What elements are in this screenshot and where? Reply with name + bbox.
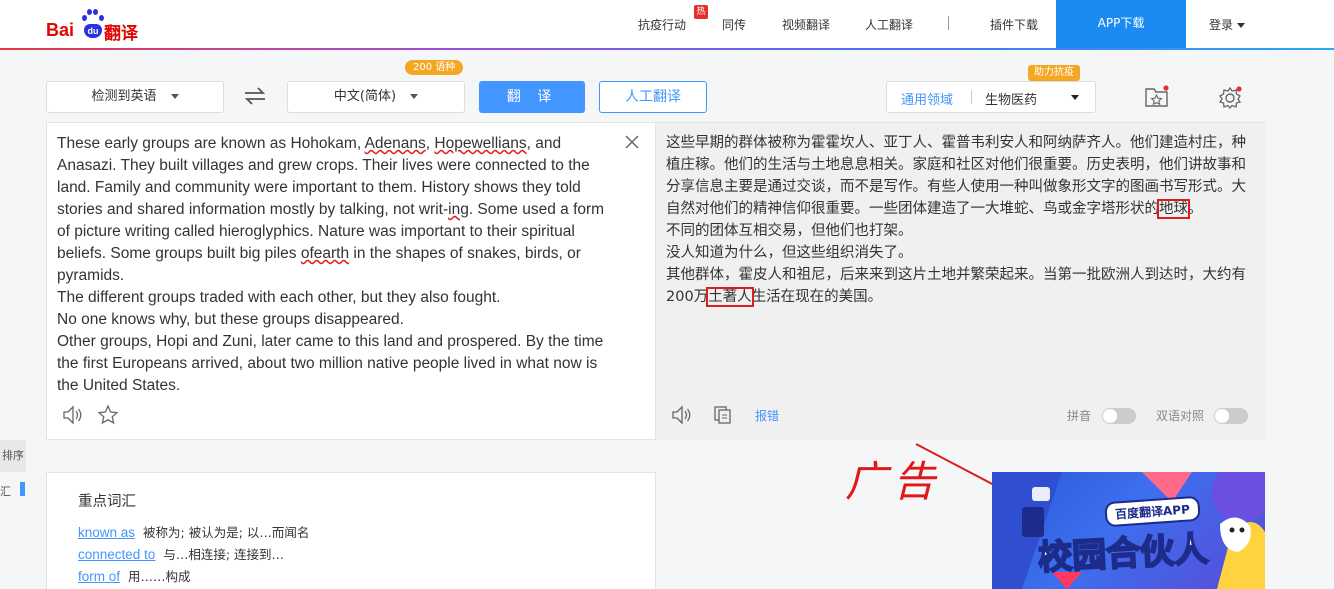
nav-gradient-line: [0, 48, 1334, 50]
advertisement-banner[interactable]: 百度翻译APP 校园合伙人: [992, 472, 1265, 589]
favorites-folder-icon[interactable]: [1143, 84, 1171, 110]
side-tab-text: 排序: [2, 449, 24, 462]
settings-gear-icon[interactable]: [1217, 84, 1245, 110]
chevron-down-icon: [1237, 23, 1246, 28]
source-paragraph: The different groups traded with each ot…: [57, 289, 501, 306]
spellcheck-word: Adenans: [364, 135, 426, 152]
speaker-icon[interactable]: [670, 404, 694, 426]
target-language-select[interactable]: 中文(简体): [287, 81, 465, 113]
vocab-item: connected to 与…相连接; 连接到…: [78, 544, 284, 563]
app-download-button[interactable]: APP下载: [1056, 0, 1186, 50]
target-paragraph: 没人知道为什么，但这些组织消失了。: [666, 245, 913, 261]
bilingual-toggle[interactable]: [1214, 408, 1248, 424]
chevron-down-icon: [170, 94, 179, 99]
vocab-meaning: 与…相连接; 连接到…: [163, 547, 284, 562]
target-text-segment: 生活在现在的美国。: [751, 289, 883, 305]
star-icon[interactable]: [97, 404, 119, 426]
source-language-value: 检测到英语: [91, 89, 157, 104]
toggle-knob: [1103, 409, 1117, 423]
login-label: 登录: [1209, 18, 1234, 32]
nav-item-anti-epidemic[interactable]: 抗疫行动: [638, 16, 686, 33]
spellcheck-word: Hopewellians: [434, 135, 527, 152]
target-language-value: 中文(简体): [333, 89, 397, 104]
nav-divider: [948, 16, 949, 30]
logo-bai: Bai: [46, 20, 75, 40]
source-paragraph: Other groups, Hopi and Zuni, later came …: [57, 333, 604, 394]
domain-divider: [971, 90, 972, 104]
swap-languages-icon[interactable]: [243, 86, 267, 106]
source-paragraph: No one knows why, but these groups disap…: [57, 311, 404, 328]
target-text-segment: 。: [1188, 201, 1203, 217]
source-paragraph: These early groups are known as Hohokam,…: [57, 133, 612, 287]
vocab-term-link[interactable]: known as: [78, 525, 135, 540]
highlighted-word-natives: 土著人: [706, 287, 754, 307]
side-sort-tab[interactable]: 排序: [0, 440, 26, 472]
source-textarea[interactable]: These early groups are known as Hohokam,…: [57, 133, 612, 397]
source-language-select[interactable]: 检测到英语: [46, 81, 224, 113]
vocab-term-link[interactable]: connected to: [78, 547, 155, 562]
domain-value: 生物医药: [985, 93, 1038, 108]
source-text-segment: These early groups are known as Hohokam,: [57, 135, 365, 152]
ad-headline: 校园合伙人: [1036, 529, 1210, 580]
vocab-meaning: 用……构成: [128, 569, 191, 584]
toggle-knob: [1215, 409, 1229, 423]
human-translate-button[interactable]: 人工翻译: [599, 81, 707, 113]
target-paragraph: 不同的团体互相交易，但他们也打架。: [666, 223, 913, 239]
pinyin-label: 拼音: [1067, 409, 1092, 423]
vocab-meaning: 被称为; 被认为是; 以…而闻名: [143, 525, 310, 540]
key-vocabulary-panel: 重点词汇 known as 被称为; 被认为是; 以…而闻名 connected …: [46, 472, 656, 589]
hot-badge: 热: [694, 5, 708, 19]
chevron-down-icon: [1071, 95, 1079, 100]
source-text-panel[interactable]: These early groups are known as Hohokam,…: [46, 122, 656, 440]
logo-du: du: [84, 24, 102, 38]
bilingual-label: 双语对照: [1156, 409, 1205, 423]
login-dropdown[interactable]: 登录: [1209, 16, 1246, 33]
domain-label: 通用领域: [901, 93, 954, 108]
logo-fanyi: 翻译: [104, 24, 138, 44]
spellcheck-word: ofearth: [300, 245, 350, 262]
highlighted-word-earth: 地球: [1157, 199, 1190, 219]
domain-select[interactable]: 通用领域 生物医药: [886, 81, 1096, 113]
nav-item-plugin-download[interactable]: 插件下载: [990, 16, 1038, 33]
baidu-translate-logo[interactable]: Bai du 翻译: [46, 6, 146, 44]
translation-result-panel: 这些早期的群体被称为霍霍坎人、亚丁人、霍普韦利安人和阿纳萨齐人。他们建造村庄，种…: [656, 122, 1266, 440]
report-error-link[interactable]: 报错: [755, 407, 779, 424]
side-active-indicator: [20, 482, 25, 496]
nav-item-video-translate[interactable]: 视频翻译: [782, 16, 830, 33]
spellcheck-word: ing: [448, 201, 469, 218]
close-icon[interactable]: [625, 135, 639, 149]
translate-button[interactable]: 翻 译: [479, 81, 585, 113]
vocab-item: known as 被称为; 被认为是; 以…而闻名: [78, 522, 309, 541]
target-paragraph: 其他群体，霍皮人和祖尼，后来来到这片土地并繁荣起来。当第一批欧洲人到达时，大约有…: [666, 264, 1251, 308]
speaker-icon[interactable]: [61, 404, 85, 426]
side-vocab-tab[interactable]: 汇: [0, 483, 11, 499]
nav-item-human-translate[interactable]: 人工翻译: [865, 16, 913, 33]
translation-text: 这些早期的群体被称为霍霍坎人、亚丁人、霍普韦利安人和阿纳萨齐人。他们建造村庄，种…: [666, 132, 1251, 308]
target-paragraph: 这些早期的群体被称为霍霍坎人、亚丁人、霍普韦利安人和阿纳萨齐人。他们建造村庄，种…: [666, 132, 1251, 220]
vocab-item: form of 用……构成: [78, 566, 191, 585]
vocab-term-link[interactable]: form of: [78, 569, 120, 584]
vocab-title: 重点词汇: [78, 494, 136, 510]
copy-icon[interactable]: [713, 405, 733, 425]
chevron-down-icon: [410, 94, 419, 99]
nav-item-simultaneous[interactable]: 同传: [722, 16, 746, 33]
pinyin-toggle[interactable]: [1102, 408, 1136, 424]
help-fight-epidemic-badge: 助力抗疫: [1028, 65, 1080, 81]
top-navigation: Bai du 翻译 抗疫行动 热 同传 视频翻译 人工翻译 插件下载 APP下载…: [0, 0, 1334, 50]
language-count-badge: 200 语种: [405, 60, 464, 75]
